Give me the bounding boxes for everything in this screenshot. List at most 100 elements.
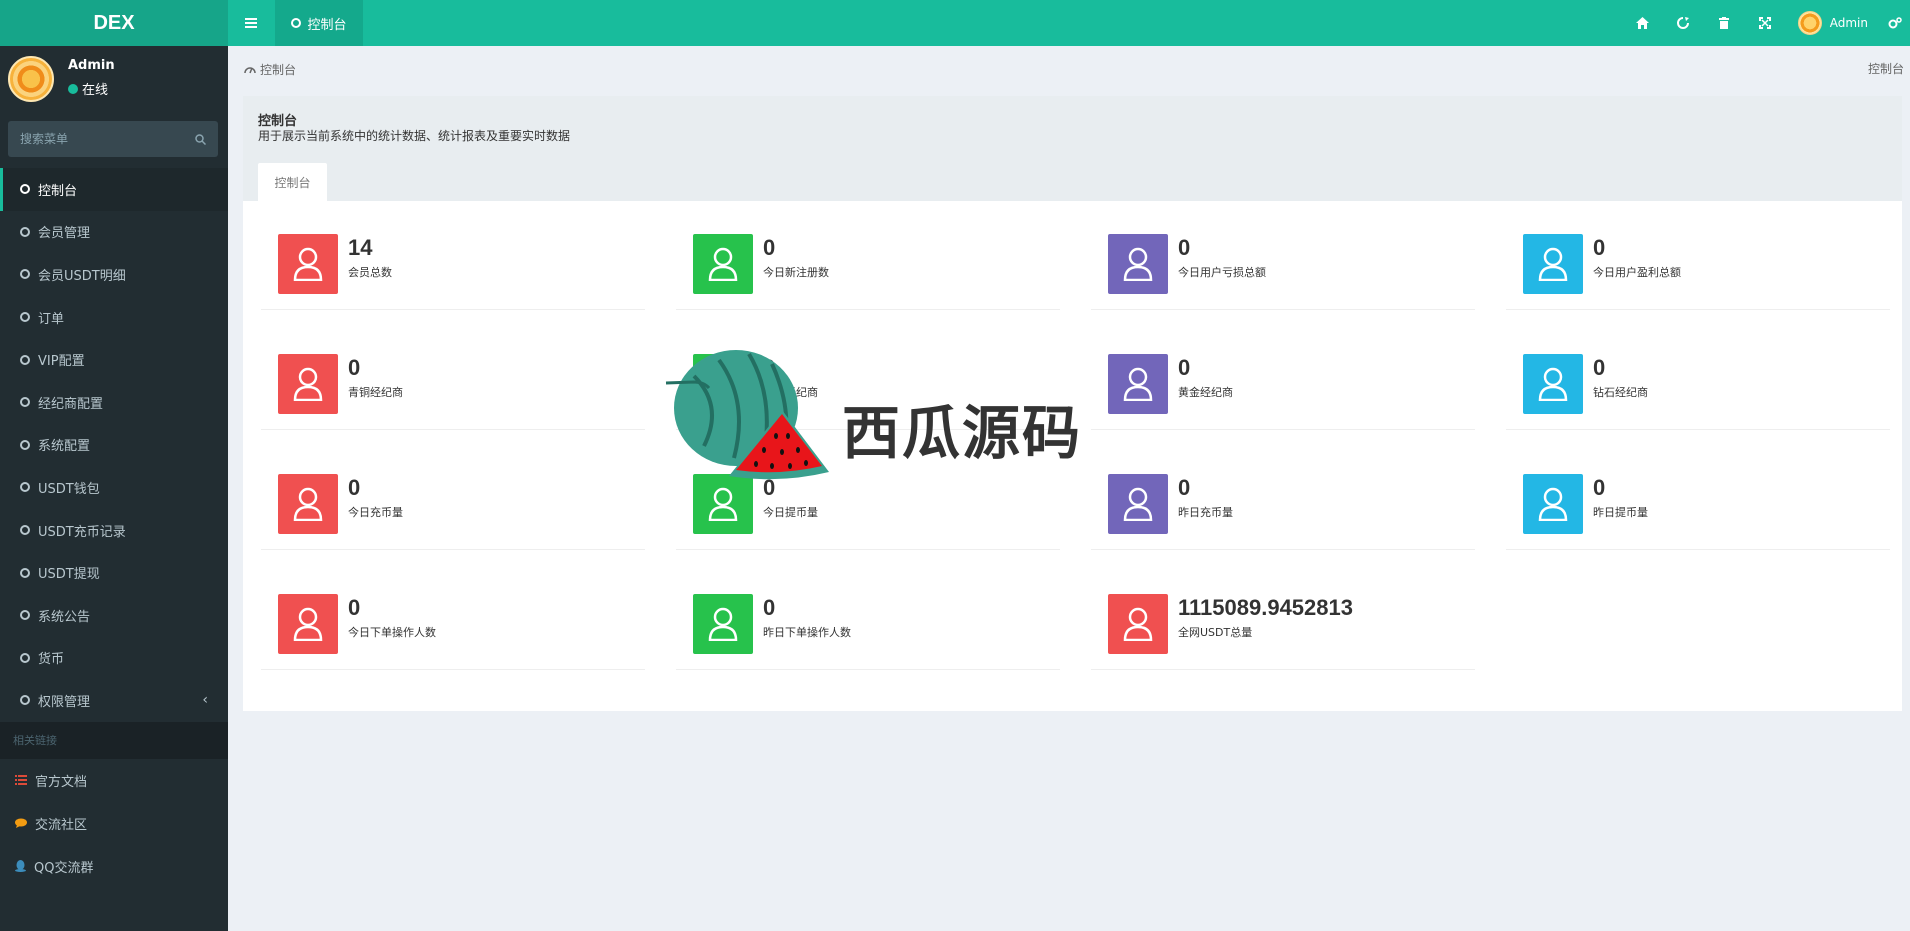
sidebar-link-docs[interactable]: 官方文档 bbox=[0, 759, 228, 802]
sidebar-item-label: 系统公告 bbox=[38, 609, 91, 625]
content-header: 控制台 控制台 bbox=[244, 60, 1904, 78]
circle-icon bbox=[20, 567, 30, 578]
circle-icon bbox=[20, 312, 30, 323]
sidebar-item-broker[interactable]: 经纪商配置 bbox=[0, 381, 228, 424]
home-button[interactable] bbox=[1622, 0, 1663, 46]
sidebar-item-vip[interactable]: VIP配置 bbox=[0, 338, 228, 381]
circle-icon bbox=[20, 354, 30, 365]
tab-dashboard[interactable]: 控制台 bbox=[275, 0, 363, 46]
clear-cache-button[interactable] bbox=[1704, 0, 1745, 46]
menu-toggle-button[interactable] bbox=[228, 0, 274, 46]
tab-dashboard-content[interactable]: 控制台 bbox=[258, 163, 327, 201]
user-icon bbox=[1523, 354, 1583, 414]
circle-icon bbox=[20, 525, 30, 536]
stat-label: 今日下单操作人数 bbox=[348, 626, 436, 639]
sidebar: Admin 在线 控制台 会员管理 会员USDT明细 订单 VIP配置 经纪商配… bbox=[0, 46, 228, 931]
user-icon bbox=[693, 594, 753, 654]
stat-value: 0 bbox=[763, 595, 776, 620]
user-icon bbox=[278, 354, 338, 414]
fullscreen-button[interactable] bbox=[1745, 0, 1786, 46]
sidebar-item-currency[interactable]: 货币 bbox=[0, 637, 228, 680]
stat-card: 0 今日用户盈利总额 bbox=[1506, 226, 1890, 310]
stat-label: 昨日提币量 bbox=[1593, 506, 1648, 519]
stat-card: 0 昨日充币量 bbox=[1091, 466, 1475, 550]
stat-value: 0 bbox=[1593, 235, 1606, 260]
sidebar-item-label: 系统配置 bbox=[38, 439, 91, 455]
stat-label: 今日充币量 bbox=[348, 506, 403, 519]
stat-card: 0 青铜经纪商 bbox=[261, 346, 645, 430]
stat-value: 0 bbox=[348, 595, 361, 620]
circle-icon bbox=[20, 269, 30, 280]
stat-card: 0 白银经纪商 bbox=[676, 346, 1060, 430]
stat-value: 0 bbox=[1593, 355, 1606, 380]
sidebar-item-label: 权限管理 bbox=[38, 694, 91, 710]
circle-icon bbox=[20, 610, 30, 621]
sidebar-item-wallet[interactable]: USDT钱包 bbox=[0, 466, 228, 509]
sidebar-item-label: USDT充币记录 bbox=[38, 524, 126, 540]
home-icon bbox=[1635, 17, 1649, 29]
sidebar-section-header: 相关链接 bbox=[0, 721, 228, 759]
stat-label: 今日新注册数 bbox=[763, 266, 829, 279]
stat-card: 0 黄金经纪商 bbox=[1091, 346, 1475, 430]
sidebar-link-community[interactable]: 交流社区 bbox=[0, 802, 228, 845]
stat-card: 0 今日用户亏损总额 bbox=[1091, 226, 1475, 310]
breadcrumb[interactable]: 控制台 bbox=[244, 60, 296, 78]
stat-value: 0 bbox=[1178, 475, 1191, 500]
sidebar-item-announcements[interactable]: 系统公告 bbox=[0, 594, 228, 637]
sidebar-item-system[interactable]: 系统配置 bbox=[0, 424, 228, 467]
stat-value: 0 bbox=[763, 355, 776, 380]
sidebar-item-deposits[interactable]: USDT充币记录 bbox=[0, 509, 228, 552]
stat-label: 青铜经纪商 bbox=[348, 386, 403, 399]
user-icon bbox=[693, 354, 753, 414]
sidebar-item-permissions[interactable]: 权限管理 ‹ bbox=[0, 679, 228, 722]
search-input[interactable] bbox=[20, 132, 195, 146]
stat-label: 今日用户盈利总额 bbox=[1593, 266, 1681, 279]
sidebar-item-withdraw[interactable]: USDT提现 bbox=[0, 551, 228, 594]
circle-icon bbox=[20, 397, 30, 408]
stat-label: 昨日充币量 bbox=[1178, 506, 1233, 519]
sidebar-item-dashboard[interactable]: 控制台 bbox=[0, 168, 228, 211]
trash-icon bbox=[1719, 17, 1730, 29]
sidebar-item-member-usdt[interactable]: 会员USDT明细 bbox=[0, 253, 228, 296]
stat-label: 昨日下单操作人数 bbox=[763, 626, 851, 639]
user-menu[interactable]: Admin bbox=[1786, 0, 1880, 46]
user-name: Admin bbox=[1829, 16, 1868, 30]
stat-label: 今日用户亏损总额 bbox=[1178, 266, 1266, 279]
sidebar-item-label: 会员管理 bbox=[38, 226, 91, 242]
stat-value: 1115089.9452813 bbox=[1178, 595, 1353, 620]
list-icon bbox=[15, 775, 27, 786]
dashboard-icon bbox=[244, 67, 256, 74]
sidebar-item-label: VIP配置 bbox=[38, 354, 85, 370]
sidebar-link-qq[interactable]: QQ交流群 bbox=[0, 845, 228, 888]
logo[interactable]: DEX bbox=[0, 0, 228, 46]
stat-label: 白银经纪商 bbox=[763, 386, 818, 399]
sidebar-item-label: USDT提现 bbox=[38, 567, 100, 583]
chevron-left-icon: ‹ bbox=[202, 692, 208, 709]
hamburger-icon bbox=[245, 18, 257, 28]
online-dot-icon bbox=[68, 83, 78, 94]
sidebar-item-orders[interactable]: 订单 bbox=[0, 296, 228, 339]
sidebar-item-members[interactable]: 会员管理 bbox=[0, 211, 228, 254]
circle-icon bbox=[20, 482, 30, 493]
sidebar-link-label: 交流社区 bbox=[35, 817, 88, 833]
stat-card: 0 昨日提币量 bbox=[1506, 466, 1890, 550]
status-label: 在线 bbox=[82, 83, 109, 98]
settings-button[interactable] bbox=[1880, 0, 1910, 46]
stat-card: 0 昨日下单操作人数 bbox=[676, 586, 1060, 670]
stat-card: 0 今日提币量 bbox=[676, 466, 1060, 550]
stat-card: 0 钻石经纪商 bbox=[1506, 346, 1890, 430]
user-icon bbox=[278, 474, 338, 534]
stat-label: 钻石经纪商 bbox=[1593, 386, 1648, 399]
stat-value: 14 bbox=[348, 235, 373, 260]
stat-label: 黄金经纪商 bbox=[1178, 386, 1233, 399]
refresh-button[interactable] bbox=[1663, 0, 1704, 46]
user-icon bbox=[693, 474, 753, 534]
avatar bbox=[1797, 11, 1822, 35]
search-icon[interactable] bbox=[195, 133, 206, 145]
circle-icon bbox=[20, 695, 30, 706]
stat-value: 0 bbox=[1178, 235, 1191, 260]
menu-search bbox=[8, 121, 218, 157]
user-icon bbox=[1108, 474, 1168, 534]
user-icon bbox=[1108, 234, 1168, 294]
breadcrumb-right[interactable]: 控制台 bbox=[1868, 60, 1904, 78]
